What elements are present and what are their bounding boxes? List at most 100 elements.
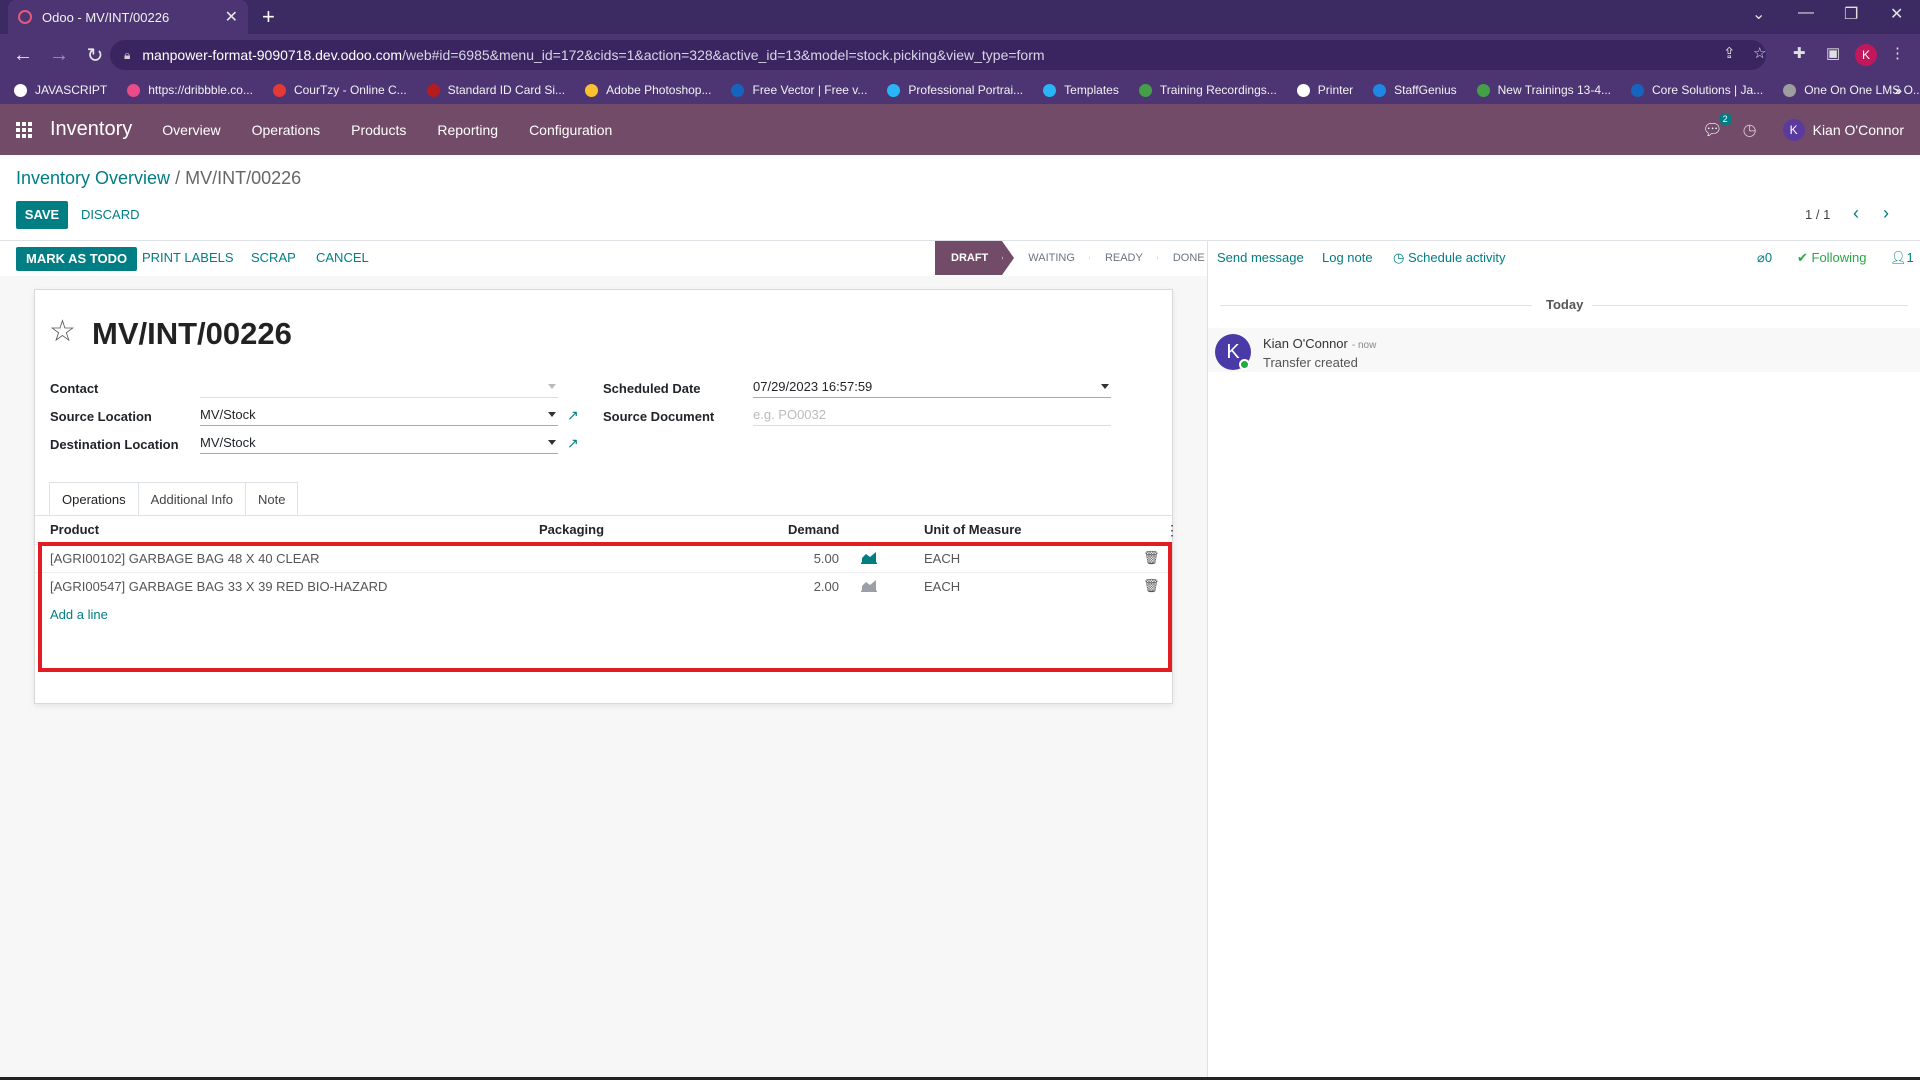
activity-clock-icon[interactable]: ◷ — [1743, 120, 1757, 140]
bookmark-item[interactable]: Templates — [1043, 83, 1119, 97]
window-close-icon[interactable]: ✕ — [1890, 4, 1903, 24]
user-avatar[interactable]: K — [1782, 118, 1805, 141]
mark-as-todo-button[interactable]: MARK AS TODO — [16, 247, 138, 271]
optional-columns-icon[interactable]: ⋮ — [1165, 522, 1179, 539]
source-location-field[interactable]: MV/Stock — [200, 404, 558, 426]
messaging-icon[interactable]: 💬︎ 2 — [1702, 112, 1732, 140]
bookmark-label: StaffGenius — [1394, 83, 1457, 97]
bookmark-item[interactable]: New Trainings 13-4... — [1476, 83, 1611, 97]
user-menu[interactable]: Kian O'Connor — [1813, 122, 1904, 138]
followers-button[interactable]: 👤︎1 — [1890, 250, 1914, 266]
menu-operations[interactable]: Operations — [252, 122, 320, 138]
attachments-button[interactable]: ⌀0 — [1757, 250, 1772, 266]
share-icon[interactable]: ⇪ — [1723, 44, 1736, 62]
column-header-packaging[interactable]: Packaging — [539, 522, 604, 537]
favorite-star-icon[interactable]: ☆ — [49, 314, 76, 349]
chevron-down-icon — [548, 440, 556, 445]
browser-tabbar: Odoo - MV/INT/00226 ✕ + ⌄ — ❐ ✕ — [0, 0, 1920, 34]
restore-icon[interactable]: ❐ — [1844, 4, 1858, 24]
tab-operations[interactable]: Operations — [49, 482, 139, 516]
column-header-product[interactable]: Product — [50, 522, 99, 537]
tab-search-icon[interactable]: ⌄ — [1752, 4, 1765, 24]
pager-value[interactable]: 1 / 1 — [1805, 207, 1830, 222]
status-bar: DRAFT WAITING READY DONE — [935, 241, 1219, 275]
breadcrumb: Inventory Overview / MV/INT/00226 — [16, 168, 301, 189]
bookmark-item[interactable]: StaffGenius — [1373, 83, 1457, 97]
bookmark-label: Training Recordings... — [1159, 83, 1277, 97]
bookmark-star-icon[interactable]: ☆ — [1753, 44, 1766, 62]
external-link-icon[interactable]: ↗ — [567, 407, 579, 424]
destination-location-field[interactable]: MV/Stock — [200, 432, 558, 454]
log-note-button[interactable]: Log note — [1322, 250, 1373, 265]
tab-close-icon[interactable]: ✕ — [225, 7, 238, 27]
browser-profile-avatar[interactable]: K — [1855, 44, 1877, 66]
extensions-icon[interactable]: ✚ — [1793, 44, 1806, 62]
bookmark-label: JAVASCRIPT — [35, 83, 108, 97]
bookmark-label: Templates — [1064, 83, 1119, 97]
send-message-button[interactable]: Send message — [1217, 250, 1304, 265]
bookmark-item[interactable]: JAVASCRIPT — [14, 83, 107, 97]
message-body: Transfer created — [1263, 355, 1358, 370]
chatter-message: K Kian O'Connor - now Transfer created — [1208, 328, 1920, 372]
bookmark-label: Free Vector | Free v... — [752, 83, 868, 97]
bookmark-favicon-icon — [1043, 83, 1057, 97]
bookmark-item[interactable]: Adobe Photoshop... — [585, 83, 711, 97]
date-separator-line — [1220, 305, 1532, 306]
external-link-icon[interactable]: ↗ — [567, 435, 579, 452]
source-document-field[interactable]: e.g. PO0032 — [753, 404, 1111, 426]
breadcrumb-parent-link[interactable]: Inventory Overview — [16, 168, 170, 188]
bookmark-item[interactable]: Free Vector | Free v... — [731, 83, 867, 97]
browser-tab[interactable]: Odoo - MV/INT/00226 ✕ — [8, 0, 248, 34]
contact-field[interactable] — [200, 376, 558, 398]
notebook-tabs: Operations Additional Info Note — [49, 482, 299, 516]
browser-menu-icon[interactable]: ⋮ — [1890, 44, 1905, 62]
stage-draft: DRAFT — [935, 241, 1015, 275]
bookmark-item[interactable]: Core Solutions | Ja... — [1631, 83, 1763, 97]
bookmark-item[interactable]: Professional Portrai... — [887, 83, 1023, 97]
scrap-button[interactable]: SCRAP — [251, 250, 296, 265]
print-labels-button[interactable]: PRINT LABELS — [142, 250, 234, 265]
bookmark-item[interactable]: CourTzy - Online C... — [272, 83, 407, 97]
bookmark-item[interactable]: Printer — [1296, 83, 1353, 97]
bookmark-label: Standard ID Card Si... — [447, 83, 566, 97]
app-name[interactable]: Inventory — [50, 118, 132, 141]
discard-button[interactable]: DISCARD — [81, 207, 140, 222]
side-panel-icon[interactable]: ▣ — [1826, 44, 1840, 62]
column-header-demand[interactable]: Demand — [788, 522, 839, 537]
reload-icon[interactable]: ↻ — [82, 43, 108, 68]
save-button[interactable]: SAVE — [16, 201, 68, 229]
tab-note[interactable]: Note — [246, 482, 299, 516]
tab-additional-info[interactable]: Additional Info — [138, 482, 246, 516]
bookmark-favicon-icon — [1373, 83, 1387, 97]
url-input[interactable]: 🔒︎ manpower-format-9090718.dev.odoo.com/… — [110, 40, 1766, 70]
column-header-unit-of-measure[interactable]: Unit of Measure — [924, 522, 1022, 537]
schedule-activity-button[interactable]: ◷ Schedule activity — [1393, 250, 1506, 266]
apps-menu-icon[interactable] — [16, 121, 32, 138]
contact-label: Contact — [50, 381, 99, 396]
bookmark-favicon-icon — [127, 83, 141, 97]
following-button[interactable]: ✔ Following — [1797, 250, 1866, 266]
bookmarks-more-icon[interactable]: » — [1894, 82, 1902, 98]
menu-reporting[interactable]: Reporting — [437, 122, 498, 138]
pager-previous-icon[interactable]: ‹ — [1853, 203, 1859, 224]
scheduled-date-field[interactable]: 07/29/2023 16:57:59 — [753, 376, 1111, 398]
stage-ready: READY — [1088, 241, 1157, 275]
new-tab-button[interactable]: + — [262, 4, 275, 30]
minimize-icon[interactable]: — — [1798, 4, 1814, 22]
odoo-favicon-icon — [18, 10, 32, 24]
lock-icon[interactable]: 🔒︎ — [124, 48, 130, 63]
menu-products[interactable]: Products — [351, 122, 406, 138]
menu-overview[interactable]: Overview — [162, 122, 220, 138]
online-status-icon — [1239, 359, 1250, 370]
check-icon: ✔ — [1797, 250, 1812, 265]
bookmark-item[interactable]: Training Recordings... — [1138, 83, 1277, 97]
bookmark-favicon-icon — [1296, 83, 1310, 97]
menu-configuration[interactable]: Configuration — [529, 122, 612, 138]
forward-icon[interactable]: → — [46, 44, 72, 67]
back-icon[interactable]: ← — [10, 44, 36, 67]
bookmark-item[interactable]: Standard ID Card Si... — [426, 83, 566, 97]
source-document-label: Source Document — [603, 409, 715, 424]
bookmark-item[interactable]: https://dribbble.co... — [127, 83, 253, 97]
cancel-button[interactable]: CANCEL — [316, 250, 369, 265]
pager-next-icon[interactable]: › — [1883, 203, 1889, 224]
